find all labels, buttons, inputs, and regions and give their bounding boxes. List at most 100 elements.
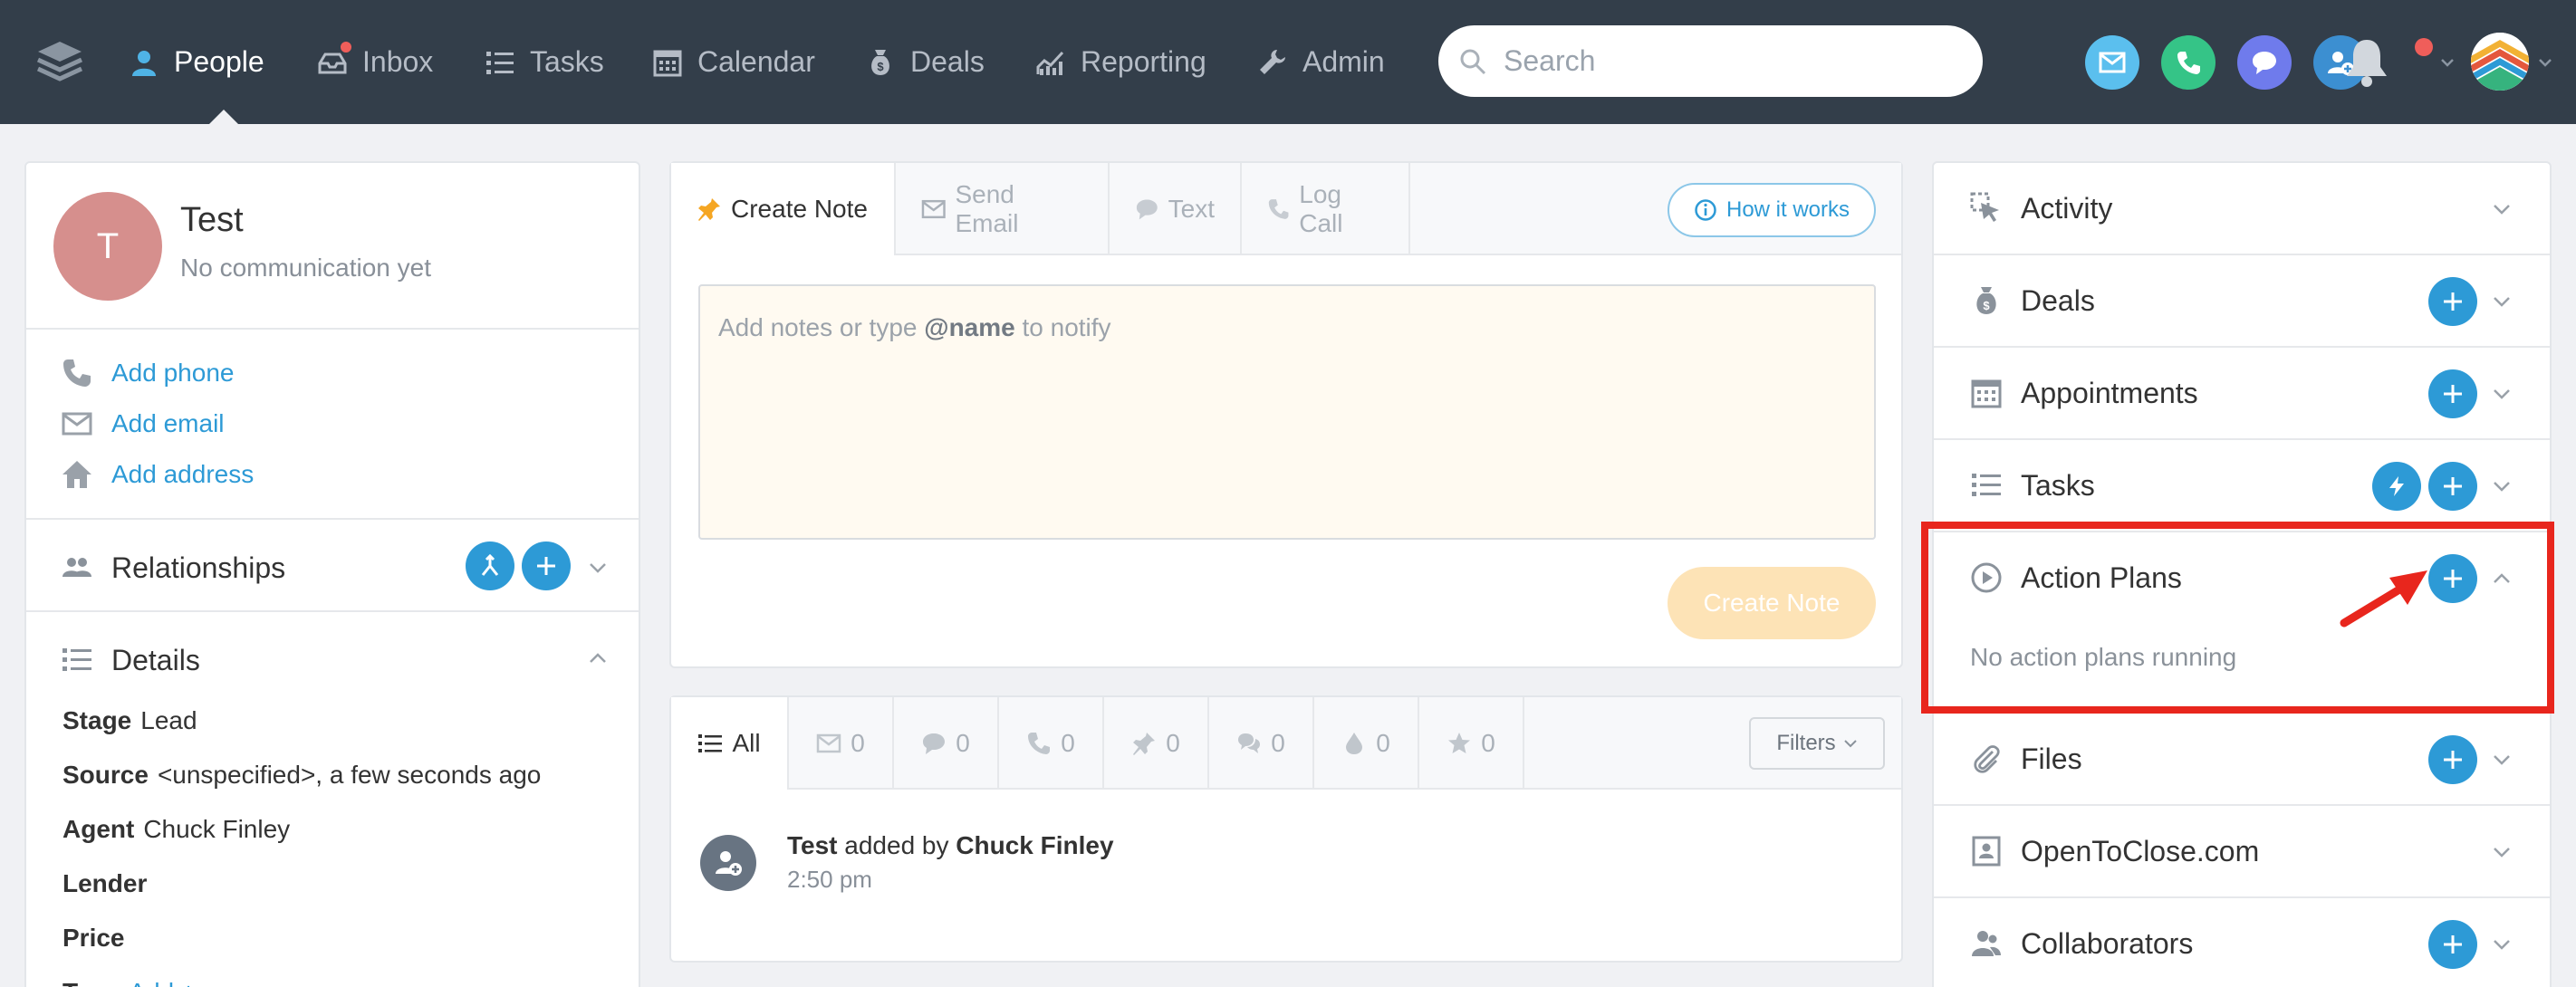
phone-icon <box>63 359 91 387</box>
detail-price[interactable]: Price <box>62 924 134 953</box>
paperclip-icon <box>1974 745 2000 773</box>
house-icon <box>62 461 91 488</box>
chevron-down-icon[interactable] <box>2492 846 2512 858</box>
section-activity[interactable]: Activity <box>1934 163 2550 255</box>
nav-tasks[interactable]: Tasks <box>485 0 604 124</box>
search-input[interactable] <box>1504 44 1938 78</box>
detail-tags[interactable]: Tags Add + <box>62 978 196 987</box>
filter-tab-count: 0 <box>1376 729 1390 757</box>
nav-people[interactable]: People <box>129 0 264 124</box>
envelope-icon <box>816 733 841 753</box>
chevron-down-icon[interactable] <box>2439 57 2456 68</box>
tab-send-email[interactable]: Send Email <box>896 163 1110 255</box>
add-email-link[interactable]: Add email <box>111 409 225 438</box>
money-bag-icon: $ <box>871 49 889 75</box>
active-nav-indicator <box>208 110 239 125</box>
filter-tab-count: 0 <box>1061 729 1075 757</box>
quick-task-button[interactable] <box>2372 462 2421 511</box>
add-appointment-button[interactable] <box>2428 369 2477 418</box>
details-header[interactable]: Details <box>61 636 200 685</box>
chevron-down-icon[interactable] <box>588 561 608 574</box>
add-task-button[interactable] <box>2428 462 2477 511</box>
section-collaborators[interactable]: Collaborators <box>1934 898 2550 987</box>
link-relationship-button[interactable] <box>466 541 514 590</box>
nav-inbox[interactable]: Inbox <box>317 0 433 124</box>
detail-agent[interactable]: Agent Chuck Finley <box>62 815 290 844</box>
filters-dropdown-button[interactable]: Filters <box>1749 717 1885 770</box>
chevron-down-icon[interactable] <box>2492 203 2512 216</box>
user-avatar[interactable] <box>2471 33 2529 91</box>
timeline-card: All 0 0 0 0 0 0 0 Filters Test added by … <box>669 695 1903 963</box>
section-opentoclose[interactable]: OpenToClose.com <box>1934 806 2550 898</box>
divider <box>26 328 639 330</box>
tab-create-note[interactable]: Create Note <box>671 163 896 255</box>
email-action-button[interactable] <box>2085 35 2139 90</box>
filter-tab-starred[interactable]: 0 <box>1419 697 1524 790</box>
add-deal-button[interactable] <box>2428 277 2477 326</box>
section-tasks[interactable]: Tasks <box>1934 440 2550 532</box>
list-icon <box>486 51 514 74</box>
note-textarea[interactable]: Add notes or type @name to notify <box>698 284 1876 540</box>
tab-log-call[interactable]: Log Call <box>1242 163 1410 255</box>
people-icon <box>1972 931 2001 956</box>
chevron-down-icon <box>1843 740 1857 748</box>
nav-calendar[interactable]: Calendar <box>652 0 815 124</box>
add-phone-row[interactable]: Add phone <box>61 355 234 391</box>
search-box[interactable] <box>1438 25 1983 97</box>
section-title: Files <box>2021 742 2082 775</box>
add-file-button[interactable] <box>2428 735 2477 784</box>
nav-people-label: People <box>174 45 264 78</box>
how-it-works-button[interactable]: How it works <box>1668 183 1876 237</box>
filter-tab-calls[interactable]: 0 <box>999 697 1104 790</box>
filter-tab-conversations[interactable]: 0 <box>1209 697 1314 790</box>
section-appointments[interactable]: Appointments <box>1934 348 2550 440</box>
person-icon <box>132 50 156 76</box>
detail-stage[interactable]: Stage Lead <box>62 706 197 735</box>
chevron-down-icon[interactable] <box>2492 480 2512 493</box>
filter-tab-texts[interactable]: 0 <box>894 697 999 790</box>
add-relationship-button[interactable] <box>522 541 571 590</box>
detail-source[interactable]: Source <unspecified>, a few seconds ago <box>62 761 541 790</box>
contact-name[interactable]: Test <box>180 201 244 240</box>
section-deals[interactable]: $ Deals <box>1934 255 2550 348</box>
chevron-down-icon[interactable] <box>2492 388 2512 400</box>
add-address-link[interactable]: Add address <box>111 460 254 489</box>
add-tag-link[interactable]: Add + <box>129 978 196 987</box>
filter-tab-notes[interactable]: 0 <box>1104 697 1209 790</box>
add-phone-link[interactable]: Add phone <box>111 359 234 388</box>
add-address-row[interactable]: Add address <box>61 456 254 493</box>
nav-admin[interactable]: Admin <box>1257 0 1385 124</box>
chevron-down-icon[interactable] <box>2492 295 2512 308</box>
nav-deals[interactable]: $ Deals <box>865 0 985 124</box>
call-action-button[interactable] <box>2161 35 2216 90</box>
filter-tab-drips[interactable]: 0 <box>1314 697 1419 790</box>
tab-label: Log Call <box>1299 180 1343 237</box>
chevron-up-icon[interactable] <box>588 652 608 665</box>
relationships-header[interactable]: Relationships <box>61 543 285 592</box>
app-logo-icon[interactable] <box>36 40 83 81</box>
nav-reporting[interactable]: Reporting <box>1035 0 1206 124</box>
timeline-entry-author[interactable]: Chuck Finley <box>956 831 1113 859</box>
svg-text:$: $ <box>1983 299 1990 312</box>
nav-reporting-label: Reporting <box>1081 45 1206 78</box>
chevron-down-icon[interactable] <box>2492 938 2512 951</box>
create-note-button[interactable]: Create Note <box>1668 567 1876 639</box>
detail-label: Lender <box>62 869 148 897</box>
notifications-bell-icon[interactable] <box>2341 34 2392 89</box>
detail-lender[interactable]: Lender <box>62 869 156 898</box>
detail-value: Chuck Finley <box>143 815 291 843</box>
text-action-button[interactable] <box>2237 35 2292 90</box>
detail-label: Tags <box>62 978 120 987</box>
user-menu-chevron-icon[interactable] <box>2537 57 2553 68</box>
add-collaborator-button[interactable] <box>2428 920 2477 969</box>
chevron-down-icon[interactable] <box>2492 753 2512 766</box>
section-files[interactable]: Files <box>1934 714 2550 806</box>
envelope-icon <box>921 199 946 219</box>
filter-tab-label: All <box>732 729 761 757</box>
timeline-entry-text: Test added by Chuck Finley <box>787 831 1114 860</box>
filter-tab-email[interactable]: 0 <box>789 697 894 790</box>
add-email-row[interactable]: Add email <box>61 406 225 442</box>
timeline-entry-name[interactable]: Test <box>787 831 838 859</box>
tab-text[interactable]: Text <box>1110 163 1242 255</box>
filter-tab-all[interactable]: All <box>671 697 789 790</box>
